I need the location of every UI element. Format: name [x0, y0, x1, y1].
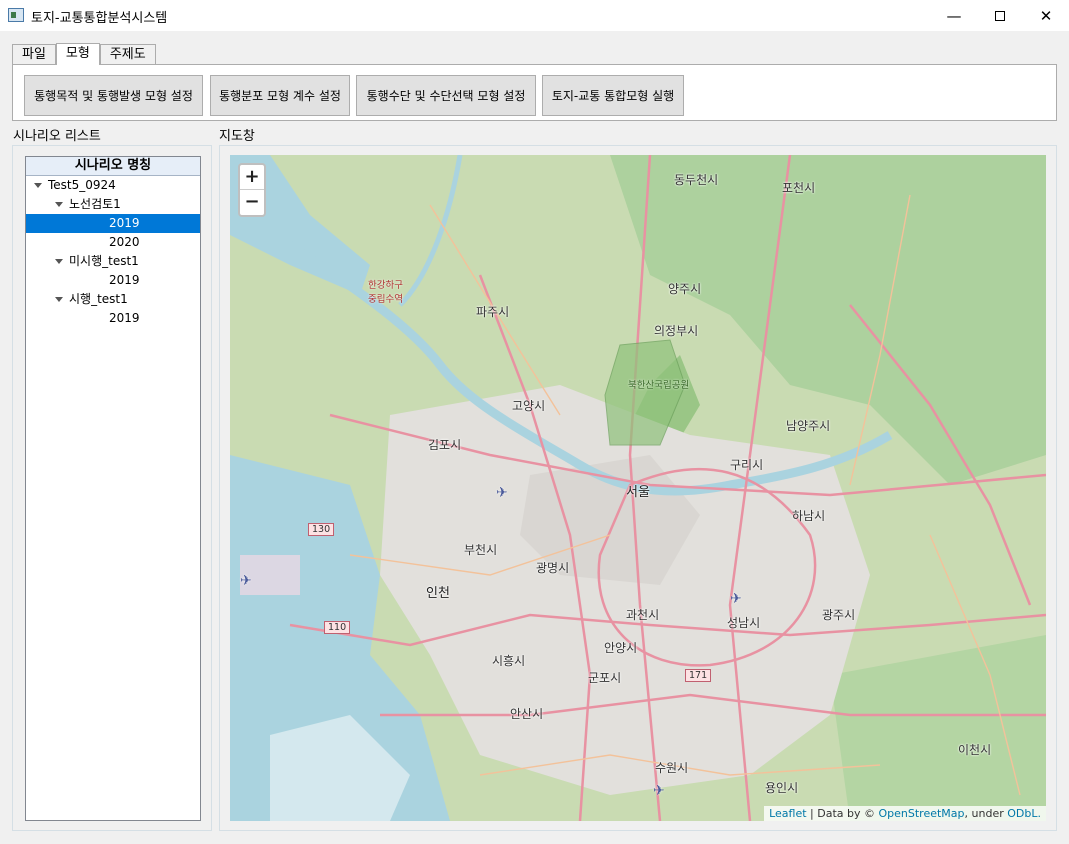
trip-distribution-button[interactable]: 통행분포 모형 계수 설정 [210, 75, 350, 116]
label-pocheon: 포천시 [782, 181, 816, 195]
label-ansan: 안산시 [510, 707, 544, 721]
label-yangju: 양주시 [668, 282, 702, 296]
label-guri: 구리시 [730, 458, 764, 472]
zoom-out-button[interactable]: − [240, 190, 264, 215]
label-namyangju: 남양주시 [786, 419, 831, 433]
label-seoul: 서울 [626, 485, 650, 500]
leaflet-link[interactable]: Leaflet [769, 807, 806, 820]
close-icon: ✕ [1039, 6, 1053, 25]
label-suwon: 수원시 [655, 761, 689, 775]
maximize-icon [995, 10, 1005, 21]
maximize-button[interactable] [977, 0, 1023, 31]
label-gunpo: 군포시 [588, 671, 622, 685]
odbl-link[interactable]: ODbL. [1007, 807, 1041, 820]
label-gimpo: 김포시 [428, 438, 462, 452]
attribution-sep: | Data by © [806, 807, 879, 820]
label-seongnam: 성남시 [727, 616, 761, 630]
tree-node-label: 2020 [109, 235, 140, 249]
airport-icon-suwon: ✈ [653, 783, 665, 799]
label-bukhansan-park: 북한산국립공원 [628, 380, 690, 391]
app-icon [8, 8, 24, 22]
tab-file[interactable]: 파일 [12, 44, 56, 65]
window-title: 토지-교통통합분석시스템 [31, 11, 168, 26]
label-anyang: 안양시 [604, 641, 638, 655]
airport-icon-seoul: ✈ [730, 591, 742, 607]
title-bar: 토지-교통통합분석시스템 — ✕ [0, 0, 1069, 31]
chevron-down-icon[interactable] [55, 202, 63, 207]
chevron-down-icon[interactable] [34, 183, 42, 188]
ribbon-tabs: 파일 모형 주제도 [12, 43, 156, 65]
road-shield-171: 171 [685, 669, 712, 682]
label-incheon: 인천 [426, 586, 450, 601]
tree-node[interactable]: 2019 [26, 309, 200, 328]
label-gwacheon: 과천시 [626, 608, 660, 622]
ribbon-panel: 통행목적 및 통행발생 모형 설정 통행분포 모형 계수 설정 통행수단 및 수… [12, 64, 1057, 121]
label-icheon: 이천시 [958, 743, 992, 757]
label-uijeongbu: 의정부시 [654, 324, 699, 338]
tree-node[interactable]: 2019 [26, 271, 200, 290]
run-integrated-model-button[interactable]: 토지-교통 통합모형 실행 [542, 75, 684, 116]
minimize-button[interactable]: — [931, 0, 977, 31]
chevron-down-icon[interactable] [55, 259, 63, 264]
tab-thematic-map[interactable]: 주제도 [99, 44, 156, 65]
tree-node[interactable]: 시행_test1 [26, 290, 200, 309]
label-bucheon: 부천시 [464, 543, 498, 557]
road-shield-130: 130 [308, 523, 335, 536]
osm-link[interactable]: OpenStreetMap [879, 807, 965, 820]
chevron-down-icon[interactable] [55, 297, 63, 302]
tree-node[interactable]: 미시행_test1 [26, 252, 200, 271]
tree-node-label: 2019 [109, 311, 140, 325]
road-shield-110: 110 [324, 621, 351, 634]
tree-body: Test5_0924 노선검토1 2019 2020 미시행_test1 2019 시행_t… [26, 176, 200, 328]
minimize-icon: — [946, 6, 962, 25]
tree-node-label: 2019 [109, 273, 140, 287]
scenario-name-header[interactable]: 시나리오 명칭 [26, 157, 200, 176]
map-view[interactable]: + − 서울 고양시 김포시 파주시 의정부시 양주시 동두천시 포천시 구리시… [230, 155, 1046, 821]
tree-node-label: 2019 [109, 216, 140, 230]
airport-icon-incheon: ✈ [240, 573, 252, 589]
scenario-tree[interactable]: 시나리오 명칭 Test5_0924 노선검토1 2019 2020 미시행_test1… [25, 156, 201, 821]
label-gwangju: 광주시 [822, 608, 856, 622]
airport-icon-gimpo: ✈ [496, 485, 508, 501]
trip-purpose-generation-button[interactable]: 통행목적 및 통행발생 모형 설정 [24, 75, 203, 116]
zoom-in-button[interactable]: + [240, 165, 264, 190]
tree-node-label: 시행_test1 [69, 292, 128, 306]
label-gwangmyeong: 광명시 [536, 561, 570, 575]
label-yongin: 용인시 [765, 781, 799, 795]
label-han-estuary: 한강하구 중립수역 [368, 280, 403, 305]
map-attribution: Leaflet | Data by © OpenStreetMap, under… [764, 806, 1046, 821]
tab-model[interactable]: 모형 [55, 43, 100, 65]
tree-node-label: 미시행_test1 [69, 254, 139, 268]
tree-node[interactable]: 2020 [26, 233, 200, 252]
label-paju: 파주시 [476, 305, 510, 319]
tree-node-label: 노선검토1 [69, 197, 121, 211]
close-button[interactable]: ✕ [1023, 0, 1069, 31]
scenario-panel: 시나리오 명칭 Test5_0924 노선검토1 2019 2020 미시행_test1… [12, 145, 212, 831]
label-goyang: 고양시 [512, 399, 546, 413]
tree-node[interactable]: 노선검토1 [26, 195, 200, 214]
label-dongducheon: 동두천시 [674, 173, 719, 187]
map-window-label: 지도창 [219, 129, 255, 144]
attribution-under: , under [964, 807, 1008, 820]
label-siheung: 시흥시 [492, 654, 526, 668]
map-panel: + − 서울 고양시 김포시 파주시 의정부시 양주시 동두천시 포천시 구리시… [219, 145, 1057, 831]
tree-node-label: Test5_0924 [48, 178, 116, 192]
scenario-list-label: 시나리오 리스트 [13, 129, 101, 144]
tree-node[interactable]: Test5_0924 [26, 176, 200, 195]
zoom-control: + − [238, 163, 266, 217]
tree-node[interactable]: 2019 [26, 214, 200, 233]
label-hanam: 하남시 [792, 509, 826, 523]
mode-choice-button[interactable]: 통행수단 및 수단선택 모형 설정 [356, 75, 536, 116]
